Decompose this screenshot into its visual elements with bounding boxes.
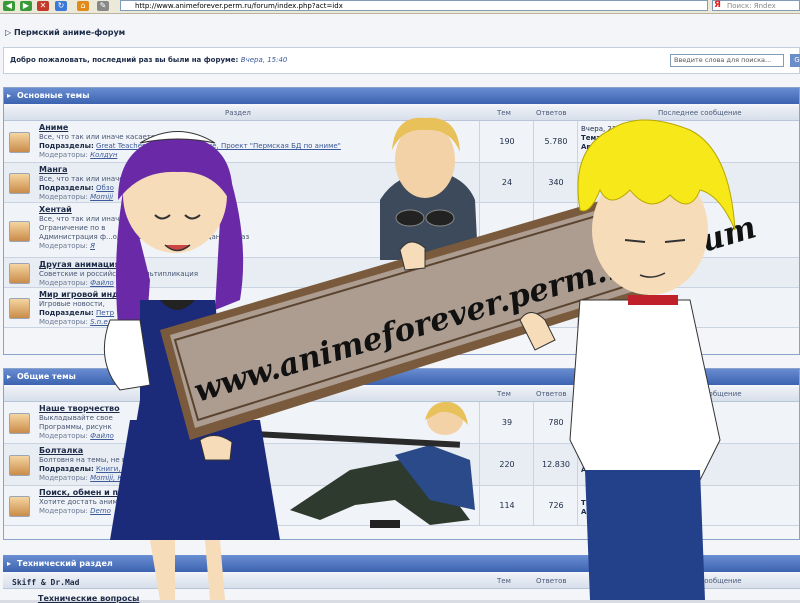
background-character-blond-man	[380, 117, 478, 260]
anime-overlay-artwork: www.animeforever.perm.ru/forum	[103, 117, 760, 600]
background-character-sniper	[250, 401, 475, 528]
